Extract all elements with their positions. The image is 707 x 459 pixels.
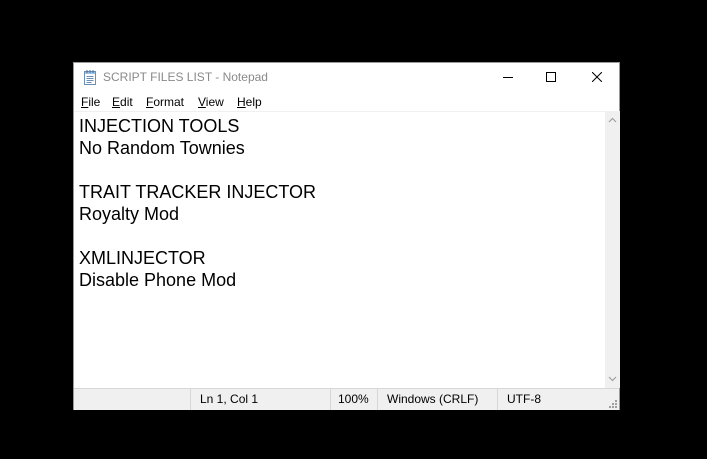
editor-line: INJECTION TOOLS [79,116,240,136]
minimize-icon [503,77,513,78]
minimize-button[interactable] [485,63,531,91]
menu-format[interactable]: Format [146,95,184,109]
menu-file[interactable]: File [81,95,100,109]
scroll-up-icon[interactable] [608,116,617,125]
vertical-scrollbar[interactable] [605,111,620,388]
notepad-icon [82,69,98,85]
status-cursor-position: Ln 1, Col 1 [200,392,259,406]
editor-line: XMLINJECTOR [79,248,206,268]
status-bar: Ln 1, Col 1 100% Windows (CRLF) UTF-8 [74,388,619,410]
status-line-ending: Windows (CRLF) [387,392,479,406]
close-icon [592,72,602,82]
notepad-window: SCRIPT FILES LIST - Notepad File Edit Fo… [73,62,620,410]
maximize-button[interactable] [528,63,574,91]
status-zoom: 100% [338,392,369,406]
editor-content: INJECTION TOOLS No Random Townies TRAIT … [79,115,316,291]
menu-view[interactable]: View [198,95,224,109]
editor-line: Royalty Mod [79,204,180,224]
editor-line: No Random Townies [79,138,245,158]
window-title: SCRIPT FILES LIST - Notepad [103,70,268,84]
editor-line: TRAIT TRACKER INJECTOR [79,182,317,202]
menu-help[interactable]: Help [237,95,262,109]
menu-edit[interactable]: Edit [112,95,133,109]
close-button[interactable] [574,63,620,91]
title-bar[interactable]: SCRIPT FILES LIST - Notepad [74,63,619,91]
menu-bar: File Edit Format View Help [74,91,619,111]
status-encoding: UTF-8 [507,392,541,406]
text-editor[interactable]: INJECTION TOOLS No Random Townies TRAIT … [74,111,605,388]
maximize-icon [546,72,556,82]
editor-line: Disable Phone Mod [79,270,237,290]
resize-grip-icon[interactable] [606,397,618,409]
scroll-down-icon[interactable] [608,374,617,383]
